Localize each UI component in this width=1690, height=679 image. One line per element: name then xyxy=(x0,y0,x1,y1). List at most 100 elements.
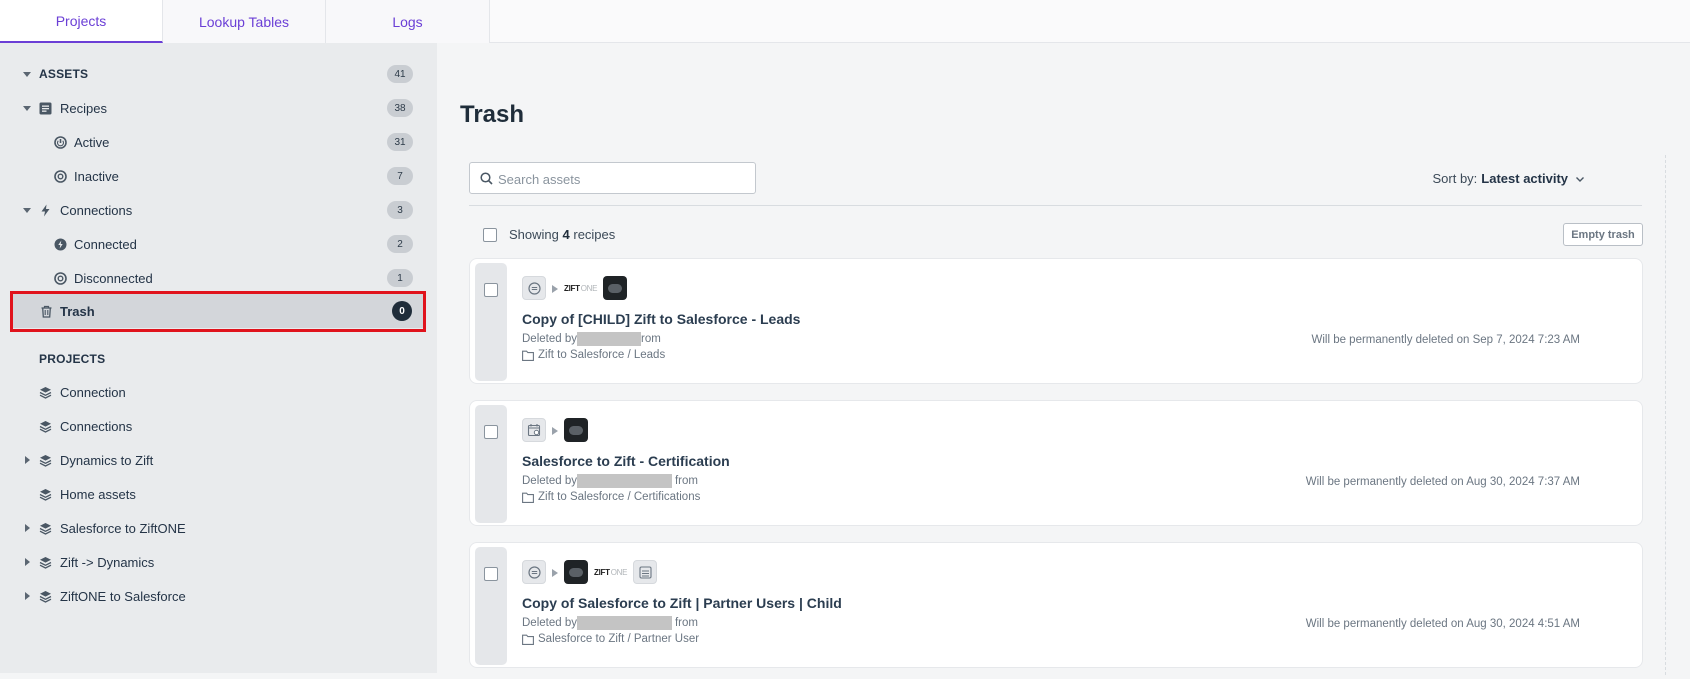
caret-down-icon[interactable] xyxy=(22,205,32,215)
sidebar-item-connected[interactable]: Connected 2 xyxy=(0,227,437,261)
project-item[interactable]: Salesforce to ZiftONE xyxy=(0,511,437,545)
showing-number: 4 xyxy=(562,227,570,242)
folder-icon xyxy=(522,492,534,503)
recipe-title[interactable]: Copy of Salesforce to Zift | Partner Use… xyxy=(522,595,842,611)
recipe-card[interactable]: ZIFT ONE Copy of Salesforce to Zift | Par… xyxy=(469,542,1643,668)
tab-logs[interactable]: Logs xyxy=(326,0,490,43)
deleted-by: Deleted by from xyxy=(522,616,698,630)
recipe-title[interactable]: Copy of [CHILD] Zift to Salesforce - Lea… xyxy=(522,311,800,327)
caret-down-icon[interactable] xyxy=(22,103,32,113)
tab-projects[interactable]: Projects xyxy=(0,0,163,43)
sidebar-item-label: Connected xyxy=(74,236,137,252)
project-item[interactable]: ZiftONE to Salesforce xyxy=(0,579,437,613)
layers-icon xyxy=(38,453,52,467)
layers-icon xyxy=(38,589,52,603)
inactive-icon xyxy=(53,169,67,183)
recipe-checkbox[interactable] xyxy=(484,567,498,581)
redacted-name xyxy=(576,474,672,488)
permanent-deletion-date: Will be permanently deleted on Aug 30, 2… xyxy=(1305,618,1580,630)
project-item[interactable]: Zift -> Dynamics xyxy=(0,545,437,579)
showing-prefix: Showing xyxy=(509,227,559,242)
recipe-checkbox[interactable] xyxy=(484,425,498,439)
sidebar-item-active[interactable]: Active 31 xyxy=(0,125,437,159)
main-content: Trash Sort by: Latest activity Showing 4… xyxy=(437,43,1690,679)
project-item[interactable]: Dynamics to Zift xyxy=(0,443,437,477)
sidebar-item-inactive[interactable]: Inactive 7 xyxy=(0,159,437,193)
select-all-checkbox[interactable] xyxy=(483,228,497,242)
recipe-card[interactable]: ZIFT ONE Copy of [CHILD] Zift to Salesfor… xyxy=(469,258,1643,384)
top-tab-bar: Projects Lookup Tables Logs xyxy=(0,0,1690,43)
caret-right-icon[interactable] xyxy=(22,557,32,567)
divider xyxy=(469,205,1642,206)
sidebar-item-label: ASSETS xyxy=(39,67,89,81)
permanent-deletion-date: Will be permanently deleted on Aug 30, 2… xyxy=(1305,476,1580,488)
salesforce-icon xyxy=(603,276,628,300)
recipe-card[interactable]: Salesforce to Zift - Certification Delet… xyxy=(469,400,1643,526)
search-box[interactable] xyxy=(469,162,756,194)
count-badge: 1 xyxy=(387,269,413,287)
tab-lookup-tables[interactable]: Lookup Tables xyxy=(163,0,326,43)
highlight-box xyxy=(10,291,426,332)
sidebar-item-disconnected[interactable]: Disconnected 1 xyxy=(0,261,437,295)
sidebar-item-assets[interactable]: ASSETS 41 xyxy=(0,57,437,91)
sidebar-item-recipes[interactable]: Recipes 38 xyxy=(0,91,437,125)
deleted-by: Deleted by rom xyxy=(522,332,661,346)
folder-label: Zift to Salesforce / Leads xyxy=(538,349,666,361)
disconnected-icon xyxy=(53,271,67,285)
project-label: Connection xyxy=(60,384,126,400)
sidebar: ASSETS 41 Recipes 38 Active 31 Inactive … xyxy=(0,43,437,673)
bulk-data-icon xyxy=(633,560,658,584)
recipe-checkbox[interactable] xyxy=(484,283,498,297)
page-title: Trash xyxy=(460,101,525,128)
recipe-icon xyxy=(38,101,52,115)
recipe-title[interactable]: Salesforce to Zift - Certification xyxy=(522,453,730,469)
salesforce-icon xyxy=(564,560,588,584)
caret-right-icon[interactable] xyxy=(22,523,32,533)
folder-path[interactable]: Zift to Salesforce / Certifications xyxy=(522,491,700,503)
project-item[interactable]: Connection xyxy=(0,375,437,409)
caret-down-icon[interactable] xyxy=(22,69,32,79)
lightning-icon xyxy=(38,203,52,217)
arrow-right-icon xyxy=(552,423,558,438)
folder-path[interactable]: Zift to Salesforce / Leads xyxy=(522,349,665,361)
folder-icon xyxy=(522,634,534,645)
arrow-right-icon xyxy=(552,565,558,580)
count-badge: 38 xyxy=(387,99,413,117)
app-icons: ZIFT ONE xyxy=(522,275,628,301)
card-select-strip xyxy=(475,405,507,523)
search-input[interactable] xyxy=(498,169,748,189)
redacted-name xyxy=(576,332,641,346)
zift-logo-suffix: ONE xyxy=(580,283,598,293)
app-icons: ZIFT ONE xyxy=(522,559,658,585)
project-item[interactable]: Connections xyxy=(0,409,437,443)
zift-logo-suffix: ONE xyxy=(610,567,628,577)
sort-value: Latest activity xyxy=(1481,171,1568,186)
deleted-suffix: from xyxy=(674,475,698,487)
folder-path[interactable]: Salesforce to Zift / Partner User xyxy=(522,633,699,645)
redacted-name xyxy=(576,616,672,630)
count-badge: 3 xyxy=(387,201,413,219)
tab-lookup-tables-label: Lookup Tables xyxy=(198,13,290,30)
sidebar-item-label: Connections xyxy=(60,202,133,218)
card-select-strip xyxy=(475,263,507,381)
sidebar-item-connections[interactable]: Connections 3 xyxy=(0,193,437,227)
count-badge: 7 xyxy=(387,167,413,185)
caret-right-icon[interactable] xyxy=(22,591,32,601)
salesforce-icon xyxy=(564,418,588,442)
tab-projects-label: Projects xyxy=(55,12,107,29)
folder-label: Salesforce to Zift / Partner User xyxy=(538,633,700,645)
sync-icon xyxy=(522,560,546,584)
zift-logo-text: ZIFT xyxy=(594,567,610,577)
caret-right-icon[interactable] xyxy=(22,455,32,465)
project-item[interactable]: Home assets xyxy=(0,477,437,511)
project-label: Connections xyxy=(60,418,133,434)
deleted-by: Deleted by from xyxy=(522,474,698,488)
count-badge: 41 xyxy=(387,65,413,83)
search-icon xyxy=(480,172,493,185)
empty-trash-button[interactable]: Empty trash xyxy=(1563,223,1643,246)
layers-icon xyxy=(38,487,52,501)
projects-heading: PROJECTS xyxy=(39,352,106,366)
sort-dropdown[interactable]: Sort by: Latest activity xyxy=(1433,171,1586,186)
folder-icon xyxy=(522,350,534,361)
sidebar-item-label: Recipes xyxy=(60,100,107,116)
